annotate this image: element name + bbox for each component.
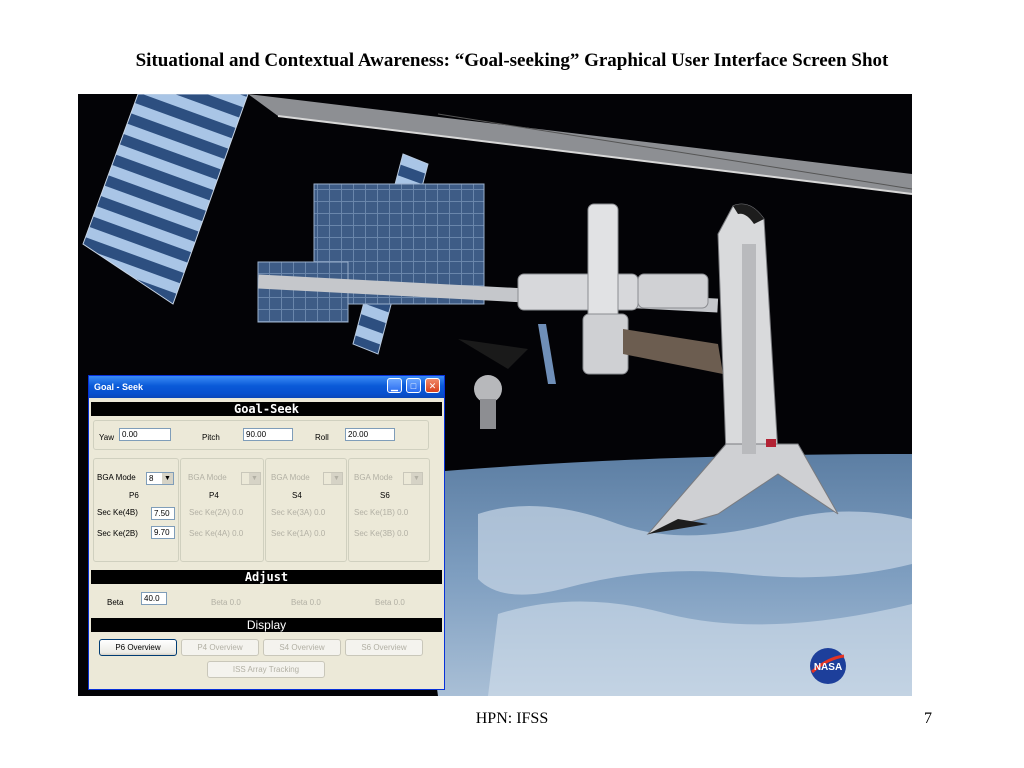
bga-mode-value-p6: 8 — [149, 474, 154, 483]
sec-ke-4a-label: Sec Ke(4A) 0.0 — [189, 529, 244, 538]
section-adjust: Adjust — [91, 570, 442, 584]
slide-title: Situational and Contextual Awareness: “G… — [135, 50, 889, 71]
s4-overview-button[interactable]: S4 Overview — [263, 639, 341, 656]
beta-label: Beta — [107, 598, 124, 607]
bga-mode-label-s6: BGA Mode — [354, 473, 393, 482]
iss-array-tracking-button[interactable]: ISS Array Tracking — [207, 661, 325, 678]
bga-name-p4: P4 — [209, 491, 219, 500]
bga-mode-select-p6[interactable]: 8 ▼ — [146, 472, 174, 485]
roll-label: Roll — [315, 433, 329, 442]
sec-ke-1a-label: Sec Ke(1A) 0.0 — [271, 529, 326, 538]
window-title: Goal - Seek — [94, 382, 144, 392]
page-number: 7 — [924, 710, 932, 727]
minimize-icon[interactable]: ▁ — [387, 378, 402, 393]
bga-mode-select-s4[interactable]: ▼ — [323, 472, 343, 485]
dropdown-arrow-icon: ▼ — [411, 473, 422, 484]
sec-ke-4b-input[interactable]: 7.50 — [151, 507, 175, 520]
beta-input[interactable]: 40.0 — [141, 592, 167, 605]
yaw-input[interactable]: 0.00 — [119, 428, 171, 441]
p6-overview-button[interactable]: P6 Overview — [99, 639, 177, 656]
bga-mode-select-p4[interactable]: ▼ — [241, 472, 261, 485]
sec-ke-2b-input[interactable]: 9.70 — [151, 526, 175, 539]
footer-label: HPN: IFSS — [475, 710, 549, 727]
section-goal-seek: Goal-Seek — [91, 402, 442, 416]
sec-ke-2a-label: Sec Ke(2A) 0.0 — [189, 508, 244, 517]
beta-p4-label: Beta 0.0 — [211, 598, 241, 607]
sec-ke-4b-label: Sec Ke(4B) — [97, 508, 138, 517]
pitch-input[interactable]: 90.00 — [243, 428, 293, 441]
sec-ke-3b-label: Sec Ke(3B) 0.0 — [354, 529, 409, 538]
beta-s6-label: Beta 0.0 — [375, 598, 405, 607]
bga-name-s6: S6 — [380, 491, 390, 500]
yaw-label: Yaw — [99, 433, 114, 442]
pitch-label: Pitch — [202, 433, 220, 442]
p4-overview-button[interactable]: P4 Overview — [181, 639, 259, 656]
bga-mode-select-s6[interactable]: ▼ — [403, 472, 423, 485]
roll-input[interactable]: 20.00 — [345, 428, 395, 441]
dropdown-arrow-icon: ▼ — [249, 473, 260, 484]
dropdown-arrow-icon: ▼ — [162, 473, 173, 484]
goal-seek-window: Goal - Seek ▁ □ ✕ Goal-Seek Yaw 0.00 Pit… — [88, 375, 445, 690]
sec-ke-2b-label: Sec Ke(2B) — [97, 529, 138, 538]
sec-ke-3a-label: Sec Ke(3A) 0.0 — [271, 508, 326, 517]
dropdown-arrow-icon: ▼ — [331, 473, 342, 484]
sec-ke-1b-label: Sec Ke(1B) 0.0 — [354, 508, 409, 517]
bga-name-s4: S4 — [292, 491, 302, 500]
nasa-logo-text: NASA — [814, 662, 842, 673]
window-titlebar[interactable]: Goal - Seek ▁ □ ✕ — [89, 376, 444, 398]
bga-mode-label-s4: BGA Mode — [271, 473, 310, 482]
beta-s4-label: Beta 0.0 — [291, 598, 321, 607]
nasa-logo: NASA — [810, 648, 846, 684]
maximize-icon[interactable]: □ — [406, 378, 421, 393]
s6-overview-button[interactable]: S6 Overview — [345, 639, 423, 656]
bga-mode-label-p6: BGA Mode — [97, 473, 136, 482]
close-icon[interactable]: ✕ — [425, 378, 440, 393]
section-display: Display — [91, 618, 442, 632]
bga-mode-label-p4: BGA Mode — [188, 473, 227, 482]
bga-name-p6: P6 — [129, 491, 139, 500]
